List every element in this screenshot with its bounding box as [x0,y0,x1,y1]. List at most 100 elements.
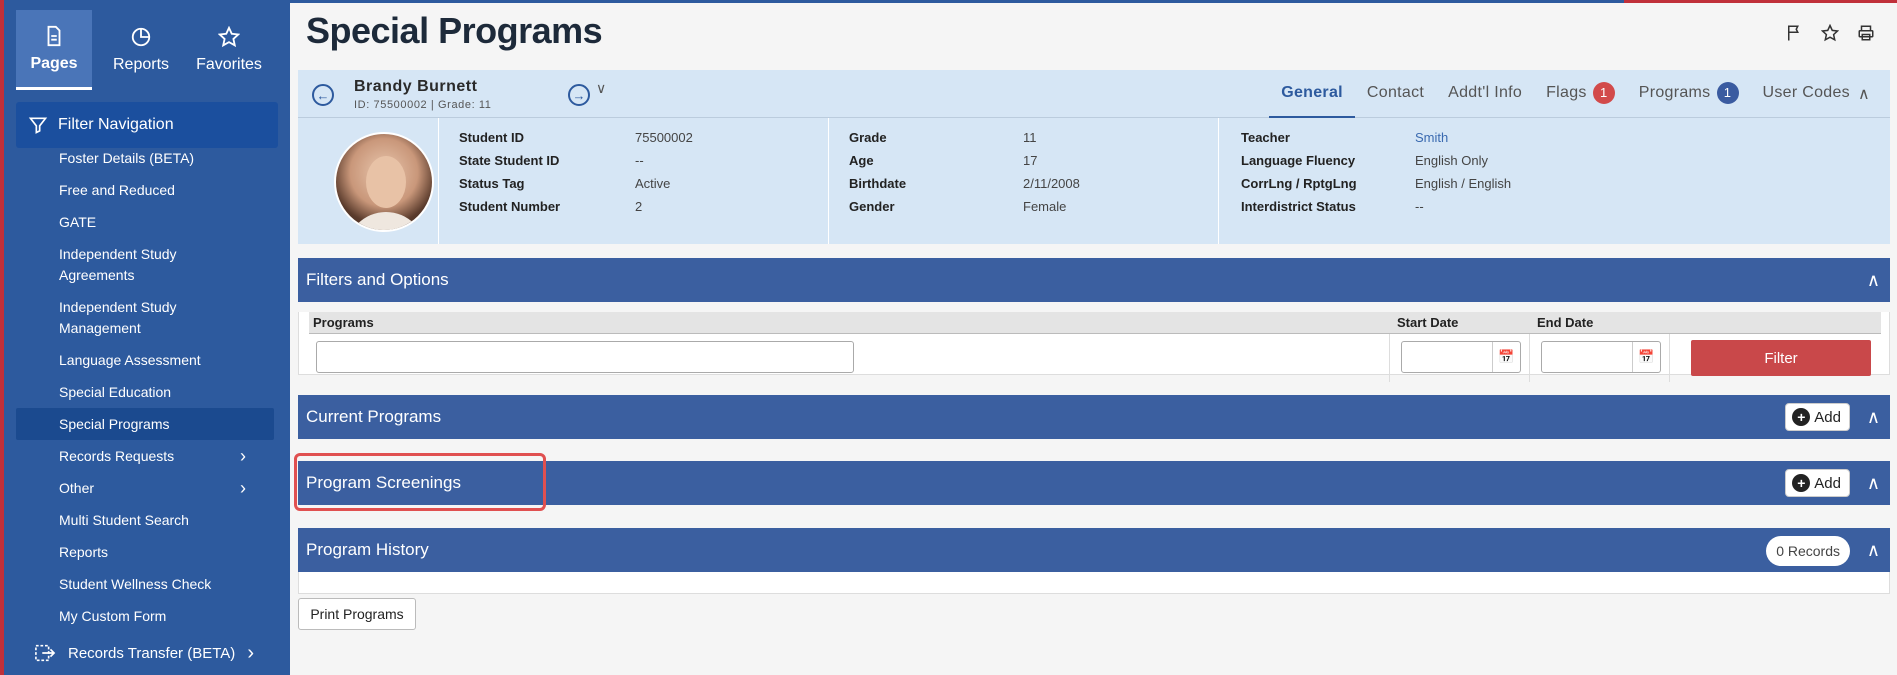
star-outline-icon[interactable] [1819,22,1841,44]
info-label: State Student ID [459,153,560,168]
filters-table-header: Programs Start Date End Date [309,312,1881,334]
flag-icon[interactable] [1783,22,1805,44]
sidebar-item-student-wellness-check[interactable]: Student Wellness Check [4,568,290,600]
filter-navigation-input[interactable]: Filter Navigation [16,102,278,148]
tab-pages[interactable]: Pages [16,10,93,90]
sidebar-item-other[interactable]: Other › [4,472,290,504]
current-programs-header[interactable]: Current Programs + Add ∧ [298,395,1890,439]
sidebar-item-my-custom-form[interactable]: My Custom Form [4,600,290,632]
filter-navigation-label: Filter Navigation [58,116,174,133]
info-label: Language Fluency [1241,153,1356,168]
sidebar-item-language-assessment[interactable]: Language Assessment [4,344,290,376]
program-history-header[interactable]: Program History 0 Records ∧ [298,528,1890,572]
info-column-1: Student ID 75500002 State Student ID -- … [438,118,828,244]
sidebar-item-label: Language Assessment [59,351,201,368]
programs-column-label: Programs [313,315,374,330]
info-value: English Only [1415,153,1488,168]
end-date-column-label: End Date [1537,315,1594,330]
programs-count-badge: 1 [1716,82,1739,104]
tab-addtl-info[interactable]: Addt'l Info [1436,70,1534,118]
sidebar-item-multi-student-search[interactable]: Multi Student Search [4,504,290,536]
student-id-grade: ID: 75500002 | Grade: 11 [354,99,492,111]
highlight-box [294,453,546,511]
sidebar-item-label: My Custom Form [59,607,167,624]
plus-circle-icon: + [1792,474,1811,492]
tab-user-codes[interactable]: User Codes ∧ [1751,70,1883,118]
calendar-icon[interactable]: 📅 [1632,342,1660,372]
sidebar-item-free-reduced[interactable]: Free and Reduced [4,174,290,206]
info-column-3: Teacher Smith Language Fluency English O… [1218,118,1890,244]
tab-flags[interactable]: Flags 1 [1534,70,1627,118]
student-tabs: General Contact Addt'l Info Flags 1 Progr… [1269,70,1882,118]
sidebar-item-label: Student Wellness Check [59,575,212,592]
info-value: 11 [1023,130,1037,145]
sidebar-item-label: Records Requests [59,447,175,464]
sidebar-item-records-transfer[interactable]: Records Transfer (BETA) › [4,631,290,675]
calendar-icon[interactable]: 📅 [1492,342,1520,372]
add-screening-button[interactable]: + Add [1785,469,1850,497]
sidebar-item-independent-study-agreements[interactable]: Independent Study Agreements [4,238,290,291]
program-screenings-header[interactable]: Program Screenings + Add ∧ [294,453,1890,511]
start-date-field[interactable]: 📅 [1401,341,1521,373]
sidebar-nav-list: Foster Details (BETA) Free and Reduced G… [4,152,290,647]
end-date-field[interactable]: 📅 [1541,341,1661,373]
chevron-up-icon[interactable]: ∧ [1867,540,1880,561]
chevron-up-icon[interactable]: ∧ [1867,473,1880,494]
tab-user-codes-label: User Codes [1762,84,1850,101]
chevron-up-icon[interactable]: ∧ [1867,270,1880,291]
student-dropdown-icon[interactable]: ∨ [596,80,606,97]
program-history-body [298,572,1890,594]
sidebar-item-reports[interactable]: Reports [4,536,290,568]
sidebar: Pages Reports Favorites Filter Navigatio… [0,0,290,675]
filters-table: Programs Start Date End Date 📅 📅 Filter [309,312,1881,384]
filters-header[interactable]: Filters and Options ∧ [298,258,1890,302]
sidebar-item-gate[interactable]: GATE [4,206,290,238]
avatar [334,132,434,232]
sidebar-item-special-education[interactable]: Special Education [4,376,290,408]
program-history-title: Program History [306,540,429,559]
chevron-up-icon[interactable]: ∧ [1858,84,1870,104]
tab-reports[interactable]: Reports [102,10,180,90]
sidebar-item-label: Independent Study Agreements [59,245,177,283]
sidebar-item-foster-details[interactable]: Foster Details (BETA) [4,152,290,174]
info-value: 75500002 [635,130,693,145]
pie-chart-icon [131,27,151,47]
next-student-button[interactable]: → [568,84,590,106]
sidebar-item-special-programs[interactable]: Special Programs [16,408,274,440]
add-current-program-button[interactable]: + Add [1785,403,1850,431]
info-value: English / English [1415,176,1512,191]
tab-addtl-label: Addt'l Info [1448,84,1523,101]
flags-count-badge: 1 [1592,82,1615,104]
print-programs-button[interactable]: Print Programs [298,598,416,630]
info-column-2: Grade 11 Age 17 Birthdate 2/11/2008 Gend… [828,118,1218,244]
tab-contact[interactable]: Contact [1355,70,1436,118]
star-icon [218,26,240,48]
info-value: Active [635,176,671,191]
add-label: Add [1814,408,1841,426]
tab-general-label: General [1281,84,1343,101]
tab-general[interactable]: General [1269,70,1355,118]
info-label: Gender [849,199,895,214]
info-label: Grade [849,130,887,145]
programs-input[interactable] [316,341,854,373]
sidebar-item-records-requests[interactable]: Records Requests › [4,440,290,472]
chevron-right-icon: › [240,477,246,498]
sidebar-item-independent-study-management[interactable]: Independent Study Management [4,291,290,344]
program-history-section: Program History 0 Records ∧ [298,528,1890,594]
filters-title: Filters and Options [306,270,449,289]
info-label: Status Tag [459,176,525,191]
sidebar-item-label: Special Education [59,383,172,400]
teacher-link[interactable]: Smith [1415,130,1448,145]
tab-programs[interactable]: Programs 1 [1627,70,1751,118]
arrow-right-icon: → [572,87,586,103]
info-value: 2 [635,199,643,214]
chevron-up-icon[interactable]: ∧ [1867,407,1880,428]
records-count-badge: 0 Records [1766,536,1850,566]
print-icon[interactable] [1855,22,1877,44]
tab-favorites[interactable]: Favorites [190,10,268,90]
chevron-right-icon: › [247,641,254,664]
filter-button[interactable]: Filter [1691,340,1871,376]
previous-student-button[interactable]: ← [312,84,334,106]
tab-contact-label: Contact [1366,84,1425,101]
filters-body: Programs Start Date End Date 📅 📅 Filter [298,312,1890,382]
